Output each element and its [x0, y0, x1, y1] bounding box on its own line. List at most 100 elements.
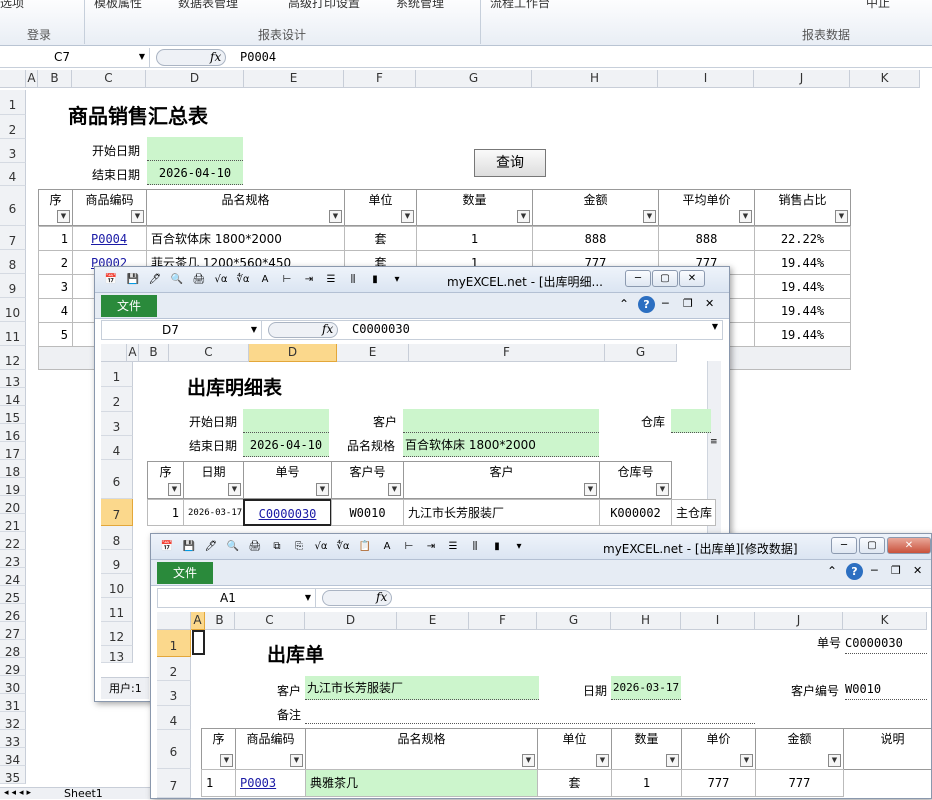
- column-header[interactable]: G: [537, 612, 611, 630]
- dropdown-icon[interactable]: ▾: [389, 272, 405, 288]
- collapse-ribbon-icon[interactable]: ⌃: [619, 297, 629, 311]
- start-date-input[interactable]: [147, 137, 243, 161]
- formula2-icon[interactable]: ∜α: [335, 539, 351, 555]
- save-icon[interactable]: 💾: [181, 539, 197, 555]
- row-header[interactable]: 24: [0, 568, 26, 587]
- row-header[interactable]: 17: [0, 442, 26, 461]
- formula-icon[interactable]: √α: [313, 539, 329, 555]
- warehouse-input[interactable]: [671, 409, 711, 433]
- row-header[interactable]: 21: [0, 514, 26, 533]
- row-header[interactable]: 12: [101, 622, 133, 646]
- row-header[interactable]: 13: [101, 646, 133, 664]
- fx-icon[interactable]: fx: [376, 590, 387, 604]
- filter-dropdown-icon[interactable]: ▼: [656, 483, 669, 496]
- filter-dropdown-icon[interactable]: ▼: [401, 210, 414, 223]
- name-box[interactable]: D7 ▼: [102, 321, 262, 339]
- row-header[interactable]: 4: [0, 163, 26, 186]
- column-header[interactable]: D: [249, 344, 337, 362]
- paste-icon[interactable]: ⎘: [291, 539, 307, 555]
- column-header[interactable]: K: [843, 612, 927, 630]
- column-header[interactable]: I: [658, 70, 754, 88]
- row-header[interactable]: 3: [157, 681, 191, 706]
- preview-icon[interactable]: 🔍: [169, 272, 185, 288]
- close-button[interactable]: ✕: [679, 270, 705, 287]
- column-header[interactable]: B: [38, 70, 72, 88]
- columns-icon[interactable]: ⫼: [467, 539, 483, 555]
- select-all-corner[interactable]: [157, 612, 191, 630]
- note-input[interactable]: [305, 704, 755, 724]
- row-header[interactable]: 32: [0, 712, 26, 731]
- row-header[interactable]: 11: [101, 598, 133, 622]
- row-header[interactable]: 35: [0, 766, 26, 785]
- filter-dropdown-icon[interactable]: ▼: [316, 483, 329, 496]
- row-header[interactable]: 10: [0, 298, 26, 322]
- table-cell[interactable]: C0000030: [243, 499, 332, 526]
- row-header[interactable]: 1: [0, 90, 26, 115]
- edit-icon[interactable]: 🖊: [203, 539, 219, 555]
- edit-icon[interactable]: 🖊: [147, 272, 163, 288]
- row-header[interactable]: 1: [101, 362, 133, 387]
- query-button[interactable]: 查询: [474, 149, 546, 177]
- doc-restore-icon[interactable]: ❐: [891, 564, 901, 577]
- start-date-input[interactable]: [243, 409, 329, 433]
- row-header[interactable]: 3: [0, 139, 26, 163]
- row-header[interactable]: 7: [157, 769, 191, 798]
- filter-dropdown-icon[interactable]: ▼: [739, 210, 752, 223]
- column-header[interactable]: G: [416, 70, 532, 88]
- row-header[interactable]: 7: [101, 499, 133, 526]
- column-header[interactable]: A: [26, 70, 38, 88]
- row-header[interactable]: 19: [0, 478, 26, 497]
- row-header[interactable]: 15: [0, 406, 26, 425]
- customer-input[interactable]: [403, 409, 599, 433]
- table-cell[interactable]: P0004: [72, 226, 147, 251]
- filter-dropdown-icon[interactable]: ▼: [131, 210, 144, 223]
- indent-icon[interactable]: ⊢: [279, 272, 295, 288]
- doc-close-icon[interactable]: ✕: [705, 297, 714, 310]
- column-header[interactable]: C: [235, 612, 305, 630]
- maximize-button[interactable]: ▢: [859, 537, 885, 554]
- row-header[interactable]: 9: [0, 274, 26, 298]
- file-tab[interactable]: 文件: [101, 295, 157, 317]
- expand-formula-icon[interactable]: ▼: [712, 322, 718, 331]
- filter-dropdown-icon[interactable]: ▼: [388, 483, 401, 496]
- clipboard-icon[interactable]: 📋: [357, 539, 373, 555]
- row-header[interactable]: 6: [0, 186, 26, 226]
- column-header[interactable]: J: [754, 70, 850, 88]
- book-icon[interactable]: ▮: [489, 539, 505, 555]
- product-input[interactable]: 百合软体床 1800*2000: [403, 433, 599, 457]
- copy-icon[interactable]: ⧉: [269, 539, 285, 555]
- column-header[interactable]: J: [755, 612, 843, 630]
- system-mgmt-button[interactable]: 系统管理: [396, 0, 444, 11]
- end-date-input[interactable]: 2026-04-10: [147, 161, 243, 185]
- list-icon[interactable]: ☰: [323, 272, 339, 288]
- column-header[interactable]: B: [205, 612, 235, 630]
- filter-dropdown-icon[interactable]: ▼: [220, 754, 233, 767]
- customer-input[interactable]: 九江市长芳服装厂: [305, 676, 539, 700]
- row-header[interactable]: 34: [0, 748, 26, 767]
- row-header[interactable]: 12: [0, 346, 26, 370]
- column-header[interactable]: E: [397, 612, 469, 630]
- help-icon[interactable]: ?: [638, 296, 655, 313]
- dropdown-icon[interactable]: ▾: [511, 539, 527, 555]
- column-header[interactable]: B: [139, 344, 169, 362]
- help-icon[interactable]: ?: [846, 563, 863, 580]
- row-header[interactable]: 4: [157, 706, 191, 730]
- row-header[interactable]: 2: [101, 387, 133, 412]
- end-date-input[interactable]: 2026-04-10: [243, 433, 329, 457]
- sheet-nav-icon[interactable]: ◂◂◂▸: [4, 788, 34, 798]
- column-header[interactable]: E: [244, 70, 344, 88]
- text-icon[interactable]: A: [257, 272, 273, 288]
- row-header[interactable]: 10: [101, 574, 133, 598]
- filter-dropdown-icon[interactable]: ▼: [666, 754, 679, 767]
- ribbon-options[interactable]: 选项: [0, 0, 24, 11]
- row-header[interactable]: 23: [0, 550, 26, 569]
- sheet-tab[interactable]: Sheet1: [64, 788, 103, 799]
- row-header[interactable]: 16: [0, 424, 26, 443]
- chevron-down-icon[interactable]: ▼: [305, 589, 311, 607]
- indent-icon[interactable]: ⊢: [401, 539, 417, 555]
- column-header[interactable]: K: [850, 70, 920, 88]
- row-header[interactable]: 29: [0, 658, 26, 677]
- filter-dropdown-icon[interactable]: ▼: [828, 754, 841, 767]
- row-header[interactable]: 22: [0, 532, 26, 551]
- filter-dropdown-icon[interactable]: ▼: [596, 754, 609, 767]
